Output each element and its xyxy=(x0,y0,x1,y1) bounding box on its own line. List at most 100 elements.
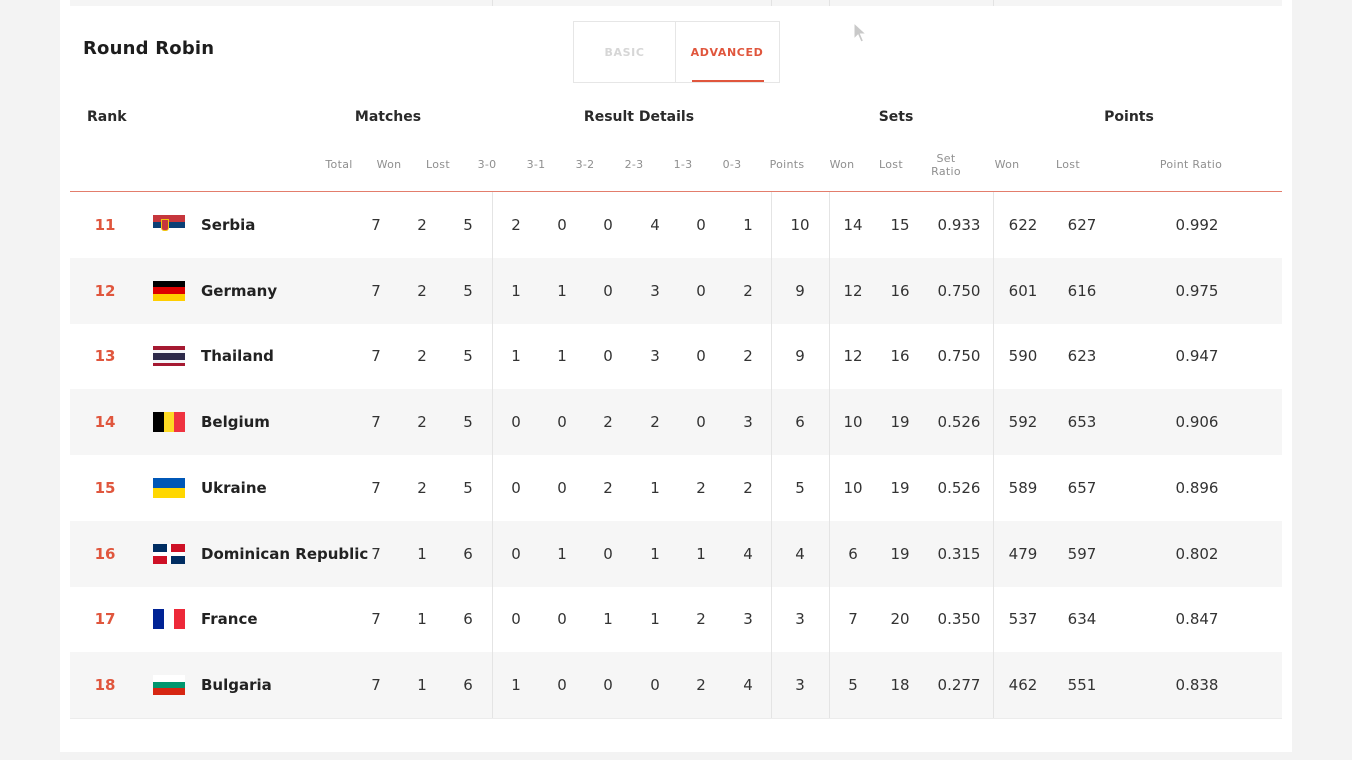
lost-cell: 5 xyxy=(463,281,473,300)
point-ratio-cell: 0.947 xyxy=(1175,347,1219,366)
table-row[interactable]: 11 Serbia 7 2 5 2 0 0 4 0 1 10 14 15 0.933 622 627 0.992 xyxy=(70,192,1282,258)
r30-cell: 2 xyxy=(511,215,521,234)
r32-cell: 2 xyxy=(603,478,613,497)
header-points: Points xyxy=(1104,109,1154,125)
rank-cell: 13 xyxy=(94,347,116,366)
r31-cell: 1 xyxy=(557,544,567,563)
set-ratio-cell: 0.750 xyxy=(937,347,981,366)
subheader-2-3: 2-3 xyxy=(624,158,644,171)
r03-cell: 4 xyxy=(743,544,753,563)
lost-cell: 5 xyxy=(463,413,473,432)
r03-cell: 2 xyxy=(743,478,753,497)
total-cell: 7 xyxy=(371,478,381,497)
subheader-sets-won: Won xyxy=(829,158,855,171)
r13-cell: 2 xyxy=(696,610,706,629)
r13-cell: 0 xyxy=(696,281,706,300)
team-name[interactable]: Thailand xyxy=(201,347,274,365)
r32-cell: 0 xyxy=(603,544,613,563)
column-separator xyxy=(829,192,830,718)
rank-cell: 12 xyxy=(94,281,116,300)
germany-flag-icon xyxy=(153,280,185,301)
r03-cell: 1 xyxy=(743,215,753,234)
subheader-3-0: 3-0 xyxy=(477,158,497,171)
table-row[interactable]: 13 Thailand 7 2 5 1 1 0 3 0 2 9 12 16 0.750 590 623 0.947 xyxy=(70,324,1282,390)
r30-cell: 0 xyxy=(511,478,521,497)
rank-cell: 11 xyxy=(94,215,116,234)
section-title: Round Robin xyxy=(83,38,215,59)
rank-cell: 17 xyxy=(94,610,116,629)
sets-lost-cell: 20 xyxy=(890,610,910,629)
subheader-lost: Lost xyxy=(426,158,450,171)
r30-cell: 1 xyxy=(511,281,521,300)
tab-basic[interactable]: BASIC xyxy=(574,22,676,82)
column-separator xyxy=(492,192,493,718)
point-ratio-cell: 0.992 xyxy=(1175,215,1219,234)
subheader-1-3: 1-3 xyxy=(673,158,693,171)
tab-advanced-label: ADVANCED xyxy=(690,45,764,59)
team-name[interactable]: France xyxy=(201,610,258,628)
won-cell: 2 xyxy=(417,281,427,300)
r31-cell: 1 xyxy=(557,281,567,300)
table-row[interactable]: 16 Dominican Republic 7 1 6 0 1 0 1 1 4 4 6 19 0.315 47… xyxy=(70,520,1282,587)
points-cell: 6 xyxy=(795,413,805,432)
table-row[interactable]: 12 Germany 7 2 5 1 1 0 3 0 2 9 12 16 0.750 601 616 0.975 xyxy=(70,257,1282,324)
set-ratio-cell: 0.350 xyxy=(937,610,981,629)
rank-cell: 14 xyxy=(94,413,116,432)
table-row[interactable]: 14 Belgium 7 2 5 0 0 2 2 0 3 6 10 19 0.526 592 653 0.906 xyxy=(70,389,1282,455)
tab-advanced[interactable]: ADVANCED xyxy=(676,22,778,82)
point-ratio-cell: 0.896 xyxy=(1175,478,1219,497)
team-name[interactable]: Belgium xyxy=(201,413,270,431)
sets-won-cell: 7 xyxy=(848,610,858,629)
r32-cell: 0 xyxy=(603,347,613,366)
sets-won-cell: 10 xyxy=(843,478,863,497)
r32-cell: 0 xyxy=(603,676,613,695)
pts-lost-cell: 627 xyxy=(1067,215,1097,234)
table-row[interactable]: 15 Ukraine 7 2 5 0 0 2 1 2 2 5 10 19 0.526 589 657 0.896 xyxy=(70,455,1282,521)
r30-cell: 0 xyxy=(511,413,521,432)
points-cell: 5 xyxy=(795,478,805,497)
table-row[interactable]: 17 France 7 1 6 0 0 1 1 2 3 3 7 20 0.350 537 634 0.847 xyxy=(70,587,1282,653)
r23-cell: 3 xyxy=(650,347,660,366)
subheader-set-ratio-line1: Set xyxy=(936,152,956,165)
team-name[interactable]: Serbia xyxy=(201,216,255,234)
team-name[interactable]: Ukraine xyxy=(201,479,267,497)
pts-lost-cell: 657 xyxy=(1067,478,1097,497)
r30-cell: 0 xyxy=(511,544,521,563)
lost-cell: 6 xyxy=(463,676,473,695)
r03-cell: 4 xyxy=(743,676,753,695)
r32-cell: 0 xyxy=(603,215,613,234)
pts-won-cell: 592 xyxy=(1008,413,1038,432)
point-ratio-cell: 0.975 xyxy=(1175,281,1219,300)
won-cell: 2 xyxy=(417,478,427,497)
subheader-won: Won xyxy=(376,158,402,171)
r23-cell: 2 xyxy=(650,413,660,432)
rank-cell: 18 xyxy=(94,676,116,695)
pts-won-cell: 589 xyxy=(1008,478,1038,497)
won-cell: 1 xyxy=(417,544,427,563)
points-cell: 4 xyxy=(795,544,805,563)
sets-lost-cell: 18 xyxy=(890,676,910,695)
dominican-republic-flag-icon xyxy=(153,543,185,564)
r03-cell: 2 xyxy=(743,281,753,300)
serbia-flag-icon xyxy=(153,214,185,235)
r23-cell: 1 xyxy=(650,544,660,563)
won-cell: 2 xyxy=(417,413,427,432)
pts-lost-cell: 597 xyxy=(1067,544,1097,563)
table-row[interactable]: 18 Bulgaria 7 1 6 1 0 0 0 2 4 3 5 18 0.277 462 551 0.838 xyxy=(70,652,1282,718)
r31-cell: 0 xyxy=(557,676,567,695)
sets-won-cell: 6 xyxy=(848,544,858,563)
subheader-0-3: 0-3 xyxy=(722,158,742,171)
team-name[interactable]: Dominican Republic xyxy=(201,545,368,563)
r13-cell: 2 xyxy=(696,676,706,695)
sets-won-cell: 12 xyxy=(843,281,863,300)
point-ratio-cell: 0.802 xyxy=(1175,544,1219,563)
r13-cell: 0 xyxy=(696,215,706,234)
point-ratio-cell: 0.906 xyxy=(1175,413,1219,432)
sets-lost-cell: 15 xyxy=(890,215,910,234)
lost-cell: 6 xyxy=(463,610,473,629)
set-ratio-cell: 0.933 xyxy=(937,215,981,234)
team-name[interactable]: Germany xyxy=(201,282,277,300)
team-name[interactable]: Bulgaria xyxy=(201,676,272,694)
r13-cell: 0 xyxy=(696,347,706,366)
r13-cell: 2 xyxy=(696,478,706,497)
